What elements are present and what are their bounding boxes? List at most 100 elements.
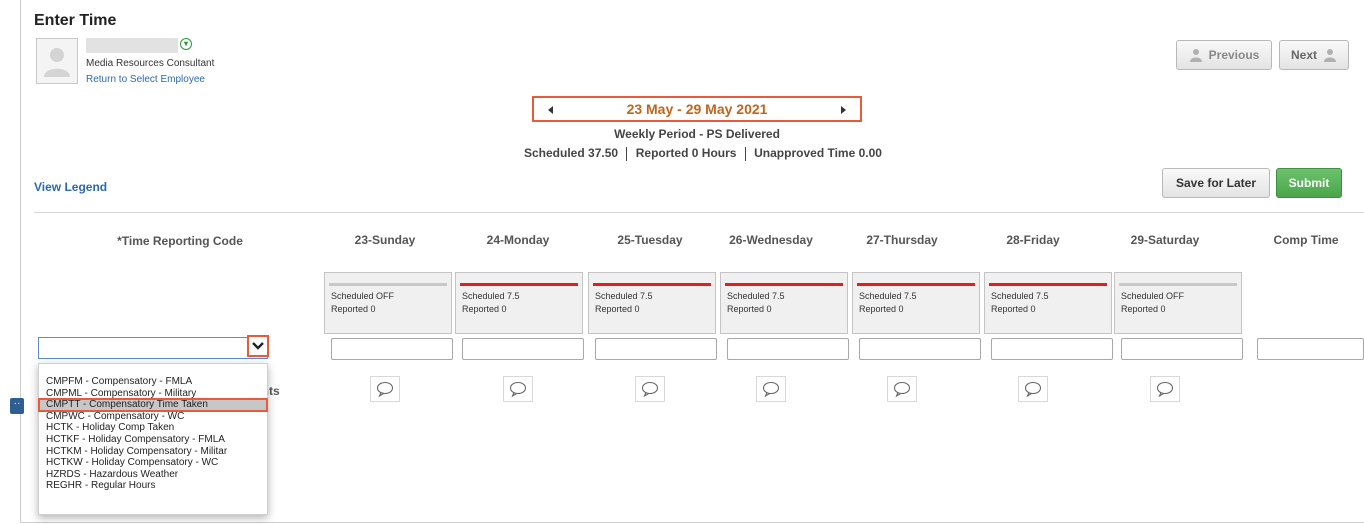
trc-dropdown-list: CMPFM - Compensatory - FMLA CMPML - Compe… — [38, 363, 268, 515]
day-schedule-card: Scheduled 7.5 Reported 0 — [720, 272, 848, 334]
day-column-header: 26-Wednesday — [729, 233, 813, 247]
day-schedule-card: Scheduled OFF Reported 0 — [324, 272, 452, 334]
reported-hours: Reported 0 — [595, 304, 640, 314]
scheduled-hours: Scheduled 7.5 — [727, 291, 785, 301]
day-schedule-card: Scheduled 7.5 Reported 0 — [984, 272, 1112, 334]
trc-option[interactable]: HCTKF - Holiday Compensatory - FMLA — [39, 434, 267, 446]
comp-time-input[interactable] — [1257, 338, 1364, 360]
scheduled-hours: Scheduled 7.5 — [595, 291, 653, 301]
scheduled-hours: Scheduled 7.5 — [991, 291, 1049, 301]
employee-name-redacted — [86, 38, 178, 53]
save-for-later-button[interactable]: Save for Later — [1162, 168, 1270, 198]
scheduled-hours: Scheduled 7.5 — [462, 291, 520, 301]
speech-bubble-icon — [641, 381, 659, 397]
trc-column-header: *Time Reporting Code — [117, 234, 243, 248]
scheduled-hours: Scheduled 7.5 — [859, 291, 917, 301]
next-employee-button[interactable]: Next — [1279, 40, 1349, 70]
trc-option[interactable]: HCTK - Holiday Comp Taken — [39, 422, 267, 434]
comment-icon[interactable] — [370, 376, 400, 402]
time-summary: Scheduled 37.50 Reported 0 Hours Unappro… — [524, 146, 882, 161]
day-hours-input[interactable] — [1121, 338, 1243, 360]
day-hours-input[interactable] — [859, 338, 981, 360]
day-hours-input[interactable] — [727, 338, 849, 360]
person-icon — [1324, 49, 1336, 62]
speech-bubble-icon — [1024, 381, 1042, 397]
period-range: 23 May - 29 May 2021 — [626, 101, 768, 117]
employee-role: Media Resources Consultant — [86, 58, 215, 69]
scheduled-hours: Scheduled OFF — [1121, 291, 1185, 301]
section-divider — [34, 212, 1364, 213]
reported-hours: Reported 0 — [727, 304, 772, 314]
return-to-select-employee-link[interactable]: Return to Select Employee — [86, 74, 205, 85]
scheduled-label: Scheduled — [524, 146, 585, 160]
trc-dropdown-caret-icon[interactable] — [247, 335, 269, 357]
person-icon — [1189, 49, 1202, 62]
speech-bubble-icon — [1156, 381, 1174, 397]
schedule-status-bar — [593, 283, 711, 286]
previous-label: Previous — [1208, 48, 1260, 62]
scheduled-value: 37.50 — [588, 146, 619, 160]
day-hours-input[interactable] — [462, 338, 584, 360]
day-column-header: 28-Friday — [1006, 233, 1060, 247]
comment-icon[interactable] — [1150, 376, 1180, 402]
reported-hours: Reported 0 — [1121, 304, 1166, 314]
trc-option[interactable]: CMPTT - Compensatory Time Taken — [38, 398, 268, 412]
comp-time-column-header: Comp Time — [1273, 233, 1339, 247]
trc-option[interactable]: CMPML - Compensatory - Military — [39, 388, 267, 400]
employee-avatar — [36, 38, 78, 84]
reported-hours: Reported 0 — [331, 304, 376, 314]
day-schedule-card: Scheduled 7.5 Reported 0 — [588, 272, 716, 334]
speech-bubble-icon — [762, 381, 780, 397]
day-schedule-card: Scheduled OFF Reported 0 — [1114, 272, 1242, 334]
comment-icon[interactable] — [503, 376, 533, 402]
schedule-status-bar — [989, 283, 1107, 286]
previous-employee-button[interactable]: Previous — [1176, 40, 1272, 70]
reported-hours: Reported 0 — [462, 304, 507, 314]
period-type: Weekly Period - PS Delivered — [614, 127, 780, 141]
day-column-header: 27-Thursday — [866, 233, 938, 247]
schedule-status-bar — [857, 283, 975, 286]
side-panel-toggle-icon[interactable]: ·· — [10, 398, 24, 414]
period-selector: 23 May - 29 May 2021 — [532, 96, 862, 122]
comment-icon[interactable] — [1018, 376, 1048, 402]
schedule-status-bar — [725, 283, 843, 286]
summary-divider — [744, 146, 746, 161]
schedule-status-bar — [460, 283, 578, 286]
speech-bubble-icon — [893, 381, 911, 397]
day-column-header: 23-Sunday — [354, 233, 416, 247]
person-placeholder-icon — [44, 48, 70, 77]
next-period-arrow-icon[interactable] — [841, 106, 846, 114]
comment-icon[interactable] — [887, 376, 917, 402]
comment-icon[interactable] — [756, 376, 786, 402]
day-column-header: 25-Tuesday — [617, 233, 683, 247]
trc-option[interactable]: HCTKM - Holiday Compensatory - Militar — [39, 446, 267, 458]
chevron-down-icon — [252, 342, 264, 350]
day-column-header: 24-Monday — [486, 233, 550, 247]
day-hours-input[interactable] — [595, 338, 717, 360]
reported-label: Reported — [635, 146, 689, 160]
trc-option[interactable]: CMPWC - Compensatory - WC — [39, 411, 267, 423]
schedule-status-bar — [329, 283, 447, 286]
trc-option[interactable]: REGHR - Regular Hours — [39, 480, 267, 492]
day-column-header: 29-Saturday — [1130, 233, 1200, 247]
day-hours-input[interactable] — [991, 338, 1113, 360]
next-label: Next — [1290, 48, 1317, 62]
unapproved-value: 0.00 — [858, 146, 882, 160]
employee-menu-chevron-icon[interactable]: ▾ — [180, 38, 192, 50]
speech-bubble-icon — [509, 381, 527, 397]
schedule-status-bar — [1119, 283, 1237, 286]
reported-hours: Reported 0 — [859, 304, 904, 314]
trc-option[interactable]: HCTKW - Holiday Compensatory - WC — [39, 457, 267, 469]
day-hours-input[interactable] — [331, 338, 453, 360]
reported-value: 0 Hours — [691, 146, 737, 160]
view-legend-link[interactable]: View Legend — [34, 180, 107, 194]
trc-option[interactable]: HZRDS - Hazardous Weather — [39, 469, 267, 481]
submit-button[interactable]: Submit — [1276, 168, 1342, 198]
trc-option[interactable]: CMPFM - Compensatory - FMLA — [39, 376, 267, 388]
day-schedule-card: Scheduled 7.5 Reported 0 — [852, 272, 980, 334]
unapproved-label: Unapproved Time — [754, 146, 856, 160]
comment-icon[interactable] — [635, 376, 665, 402]
trc-select[interactable] — [38, 337, 268, 359]
day-schedule-card: Scheduled 7.5 Reported 0 — [455, 272, 583, 334]
summary-divider — [626, 146, 628, 161]
